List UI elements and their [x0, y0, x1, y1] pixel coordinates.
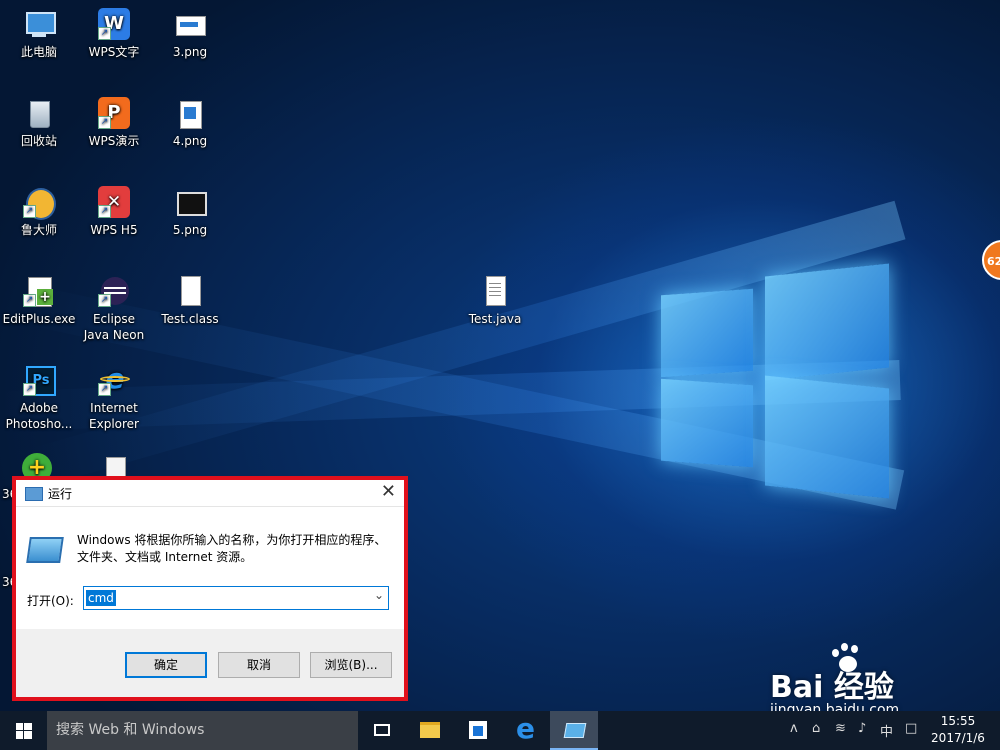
action-center-icon[interactable]: □ — [905, 721, 917, 736]
windows-start-icon — [16, 723, 32, 739]
desktop-icon-5-png[interactable]: 5.png — [151, 186, 229, 238]
edge-icon: e — [516, 712, 535, 745]
run-dialog-titlebar[interactable]: 运行 ✕ — [16, 480, 404, 507]
windows-logo — [655, 258, 895, 499]
chevron-down-icon[interactable]: ⌄ — [374, 588, 384, 602]
paw-icon — [830, 643, 864, 677]
open-label: 打开(O): — [27, 594, 74, 608]
desktop-icon-test-java[interactable]: Test.java — [456, 275, 534, 327]
desktop-icon-test-class[interactable]: Test.class — [151, 275, 229, 327]
cancel-button[interactable]: 取消 — [218, 652, 300, 678]
browse-button[interactable]: 浏览(B)... — [310, 652, 392, 678]
search-input[interactable]: 搜索 Web 和 Windows — [47, 711, 358, 750]
open-combobox[interactable]: cmd ⌄ — [83, 586, 389, 610]
run-program-icon — [26, 537, 64, 563]
wps-presentation-icon: P ↗ — [98, 97, 130, 129]
open-input-value[interactable]: cmd — [86, 590, 116, 606]
run-icon — [25, 487, 43, 501]
computer-icon — [23, 8, 56, 40]
run-dialog-title: 运行 — [48, 487, 73, 501]
task-view-button[interactable] — [358, 711, 406, 750]
ok-button[interactable]: 确定 — [125, 652, 207, 678]
wps-h5-icon: ✕ ↗ — [98, 186, 130, 218]
run-dialog: 运行 ✕ Windows 将根据你所输入的名称，为你打开相应的程序、 文件夹、文… — [12, 476, 408, 701]
network-icon[interactable]: ≋ — [835, 721, 846, 736]
run-icon — [563, 723, 587, 738]
photoshop-icon: Ps ↗ — [23, 364, 56, 396]
taskbar-file-explorer[interactable] — [406, 711, 454, 750]
input-method-icon[interactable]: 中 — [880, 721, 893, 740]
volume-icon[interactable]: ♪ — [858, 721, 866, 736]
desktop-icon-wps-presentation[interactable]: P ↗ WPS演示 — [75, 97, 153, 149]
close-button[interactable]: ✕ — [381, 481, 396, 502]
taskbar: 搜索 Web 和 Windows e ʌ ⌂ ≋ ♪ 中 □ 15:55 201… — [0, 711, 1000, 750]
recycle-bin-icon — [23, 97, 55, 129]
ludashi-icon: ↗ — [23, 186, 56, 220]
ie-icon: e ↗ — [98, 364, 130, 396]
desktop-icon-this-pc[interactable]: 此电脑 — [0, 8, 78, 60]
desktop-icon-internet-explorer[interactable]: e ↗ Internet Explorer — [75, 364, 153, 432]
desktop-icon-photoshop[interactable]: Ps ↗ Adobe Photosho... — [0, 364, 78, 432]
wps-writer-icon: W ↗ — [98, 8, 130, 40]
desktop-icon-wps-h5[interactable]: ✕ ↗ WPS H5 — [75, 186, 153, 238]
taskbar-edge[interactable]: e — [502, 711, 550, 750]
editplus-icon: + ↗ — [23, 275, 55, 307]
desktop-icon-ludashi[interactable]: ↗ 鲁大师 — [0, 186, 78, 238]
file-icon — [174, 275, 206, 307]
desktop-icon-3-png[interactable]: 3.png — [151, 8, 229, 60]
desktop-icon-editplus[interactable]: + ↗ EditPlus.exe — [0, 275, 78, 327]
notification-icon[interactable]: ⌂ — [812, 721, 820, 736]
image-file-icon — [174, 186, 207, 218]
taskbar-run[interactable] — [550, 711, 598, 750]
desktop-icon-4-png[interactable]: 4.png — [151, 97, 229, 149]
desktop-icon-recycle-bin[interactable]: 回收站 — [0, 97, 78, 149]
folder-icon — [420, 722, 440, 738]
file-icon — [479, 275, 511, 307]
image-file-icon — [174, 97, 206, 129]
task-view-icon — [374, 724, 390, 736]
side-badge[interactable]: 62 — [982, 240, 1000, 280]
desktop-icon-wps-writer[interactable]: W ↗ WPS文字 — [75, 8, 153, 60]
desktop-icon-eclipse[interactable]: ↗ Eclipse Java Neon — [75, 275, 153, 343]
start-button[interactable] — [0, 711, 46, 750]
eclipse-icon: ↗ — [98, 275, 130, 307]
clock[interactable]: 15:55 2017/1/6 — [928, 713, 988, 747]
desktop: 此电脑 W ↗ WPS文字 3.png 回收站 P ↗ WPS演示 4.png ↗ … — [0, 0, 1000, 711]
taskbar-store[interactable] — [454, 711, 502, 750]
image-file-icon — [174, 8, 206, 40]
run-dialog-message: Windows 将根据你所输入的名称，为你打开相应的程序、 文件夹、文档或 In… — [77, 533, 387, 564]
people-icon[interactable]: ʌ — [790, 721, 798, 736]
